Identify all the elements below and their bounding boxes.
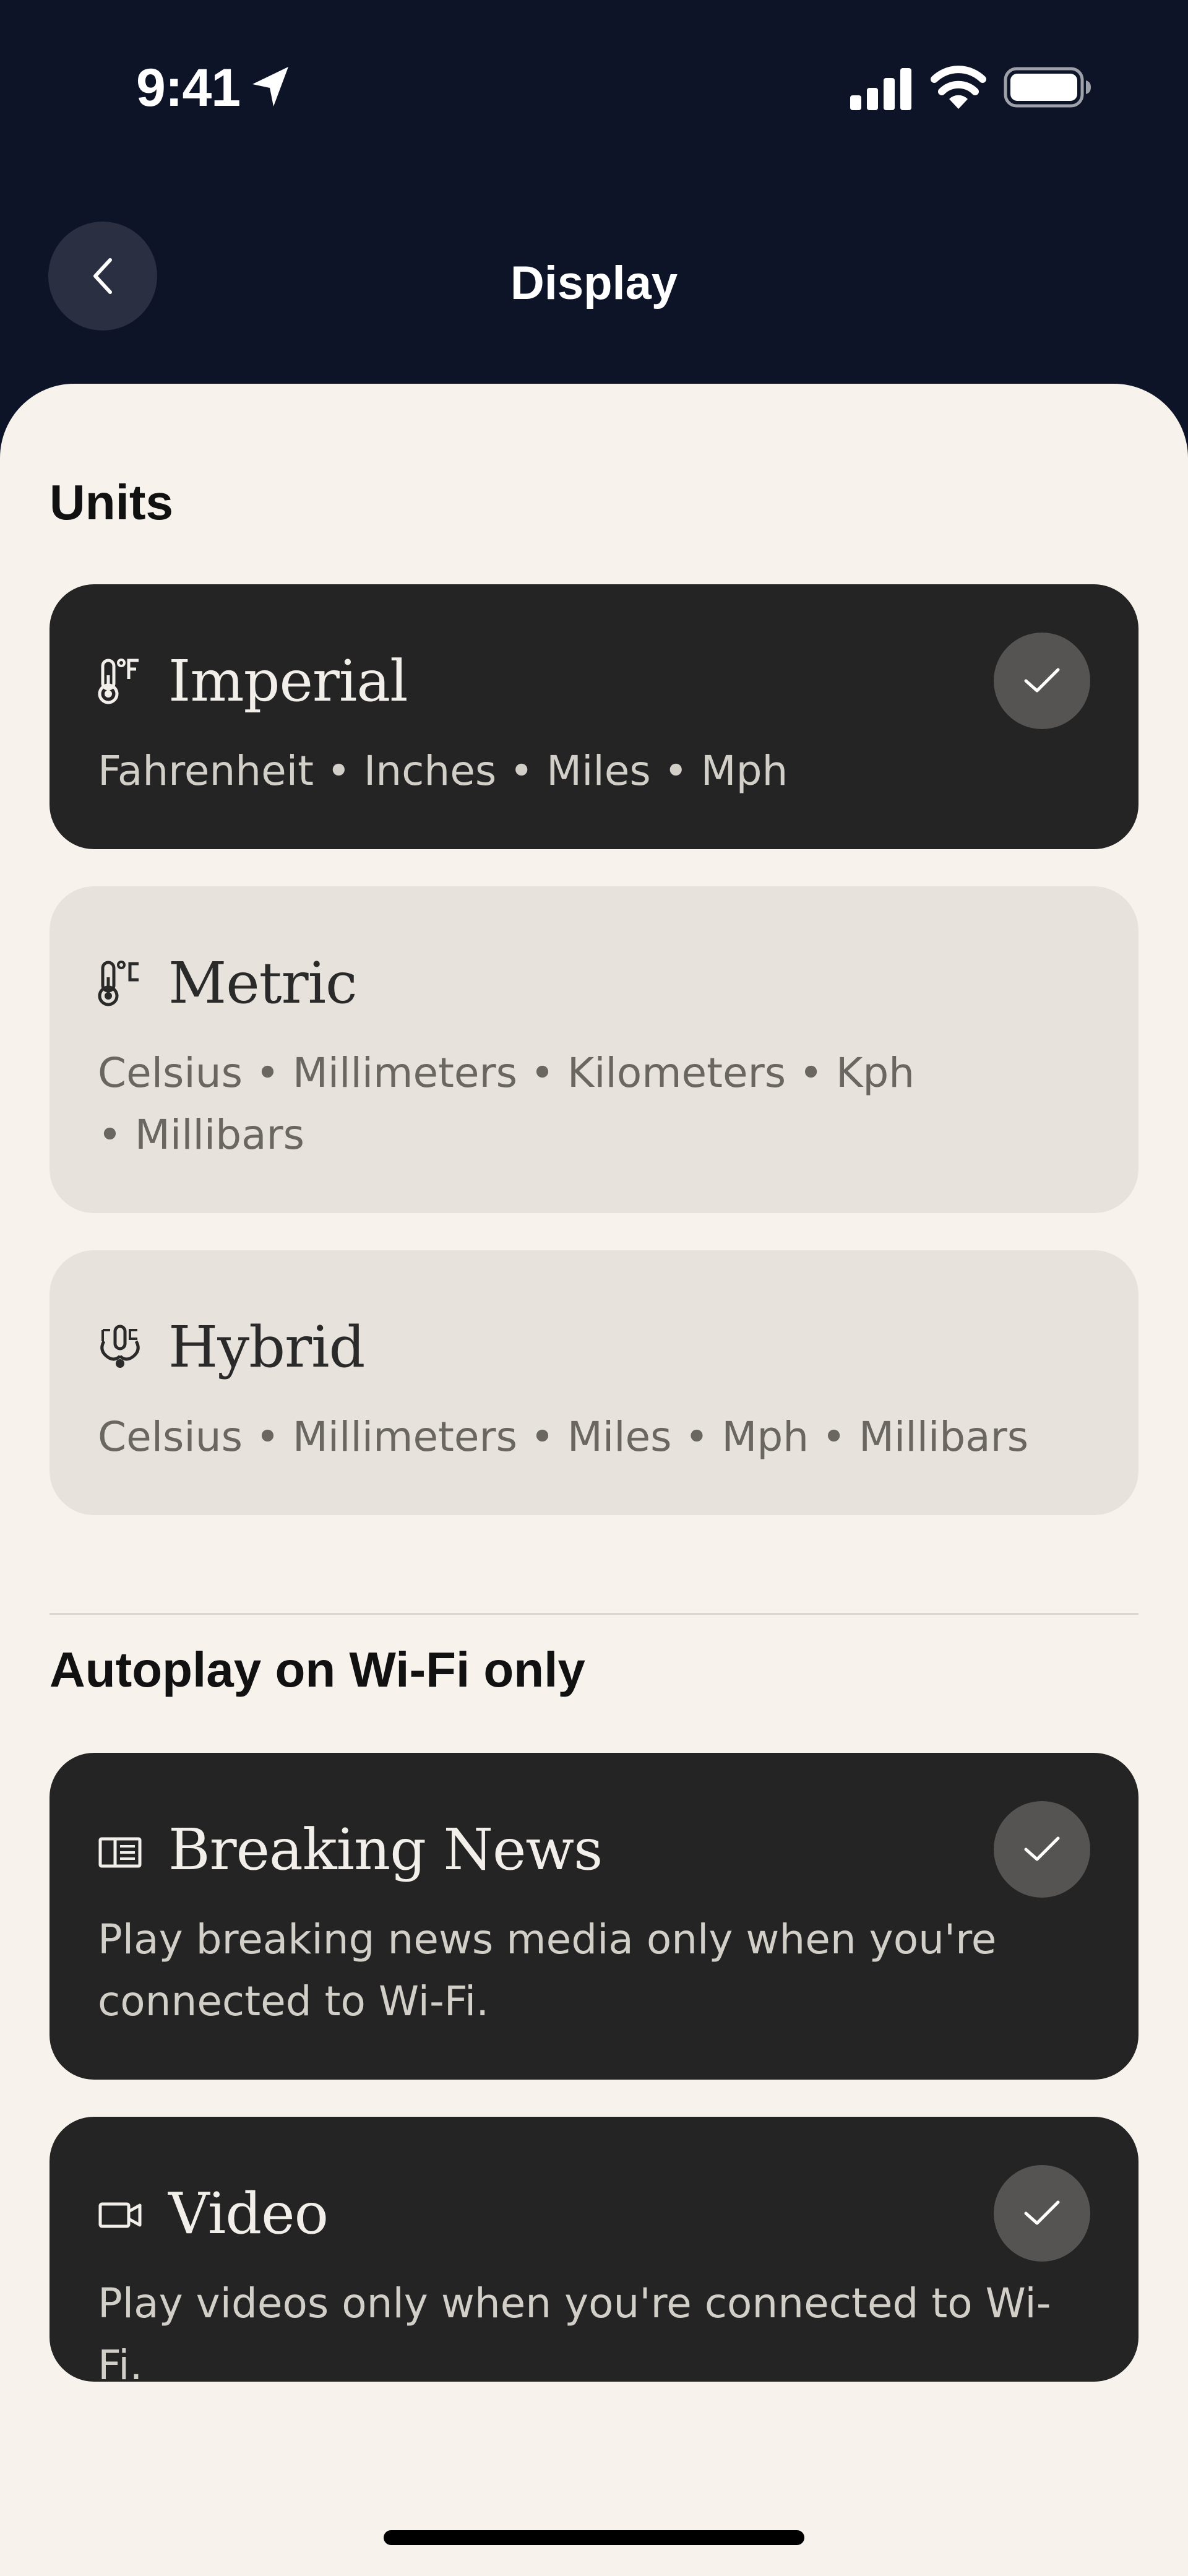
card-description: Fahrenheit • Inches • Miles • Mph	[98, 747, 788, 795]
card-title: Metric	[168, 950, 358, 1016]
card-title: Imperial	[168, 648, 408, 714]
location-arrow-icon	[252, 67, 288, 106]
status-time: 9:41	[136, 58, 241, 118]
card-title-row: Metric	[98, 949, 358, 1018]
card-description: Play breaking news media only when you'r…	[98, 1916, 997, 2025]
battery-icon	[1004, 67, 1091, 108]
checkmark-icon	[1024, 1836, 1060, 1861]
autoplay-heading: Autoplay on Wi-Fi only	[50, 1642, 585, 1697]
card-title: Breaking News	[168, 1817, 603, 1883]
unit-option-imperial[interactable]: Imperial Fahrenheit • Inches • Miles • M…	[50, 584, 1138, 849]
card-title-row: Imperial	[98, 647, 408, 715]
card-title-row: Hybrid	[98, 1313, 365, 1381]
card-title: Video	[168, 2181, 329, 2247]
thermometer-fahrenheit-icon	[98, 657, 142, 706]
unit-option-hybrid[interactable]: Hybrid Celsius • Millimeters • Miles • M…	[50, 1250, 1138, 1515]
selected-check-button[interactable]	[994, 633, 1090, 729]
card-title-row: Breaking News	[98, 1816, 603, 1884]
card-title-row: Video	[98, 2180, 329, 2248]
checkmark-icon	[1024, 668, 1060, 693]
autoplay-option-video[interactable]: Video Play videos only when you're conne…	[50, 2117, 1138, 2389]
video-camera-icon	[98, 2189, 142, 2239]
nav-header: Display	[0, 173, 1188, 384]
card-description: Play videos only when you're connected t…	[98, 2280, 1051, 2389]
card-description: Celsius • Millimeters • Kilometers • Kph…	[98, 1049, 915, 1159]
selected-check-button[interactable]	[994, 2165, 1090, 2262]
signal-icon	[850, 68, 911, 110]
status-bar: 9:41	[0, 0, 1188, 173]
card-title: Hybrid	[168, 1314, 365, 1380]
unit-option-metric[interactable]: Metric Celsius • Millimeters • Kilometer…	[50, 886, 1138, 1213]
wifi-icon	[931, 66, 986, 109]
units-heading: Units	[50, 475, 173, 530]
thermometer-celsius-icon	[98, 959, 142, 1008]
selected-check-button[interactable]	[994, 1801, 1090, 1898]
home-indicator[interactable]	[384, 2530, 804, 2545]
autoplay-option-breaking-news[interactable]: Breaking News Play breaking news media o…	[50, 1753, 1138, 2080]
page-title: Display	[510, 257, 678, 309]
card-description: Celsius • Millimeters • Miles • Mph • Mi…	[98, 1413, 1029, 1461]
newspaper-icon	[98, 1825, 142, 1875]
section-divider	[50, 1613, 1138, 1615]
hybrid-units-icon	[98, 1323, 142, 1372]
checkmark-icon	[1024, 2200, 1060, 2225]
